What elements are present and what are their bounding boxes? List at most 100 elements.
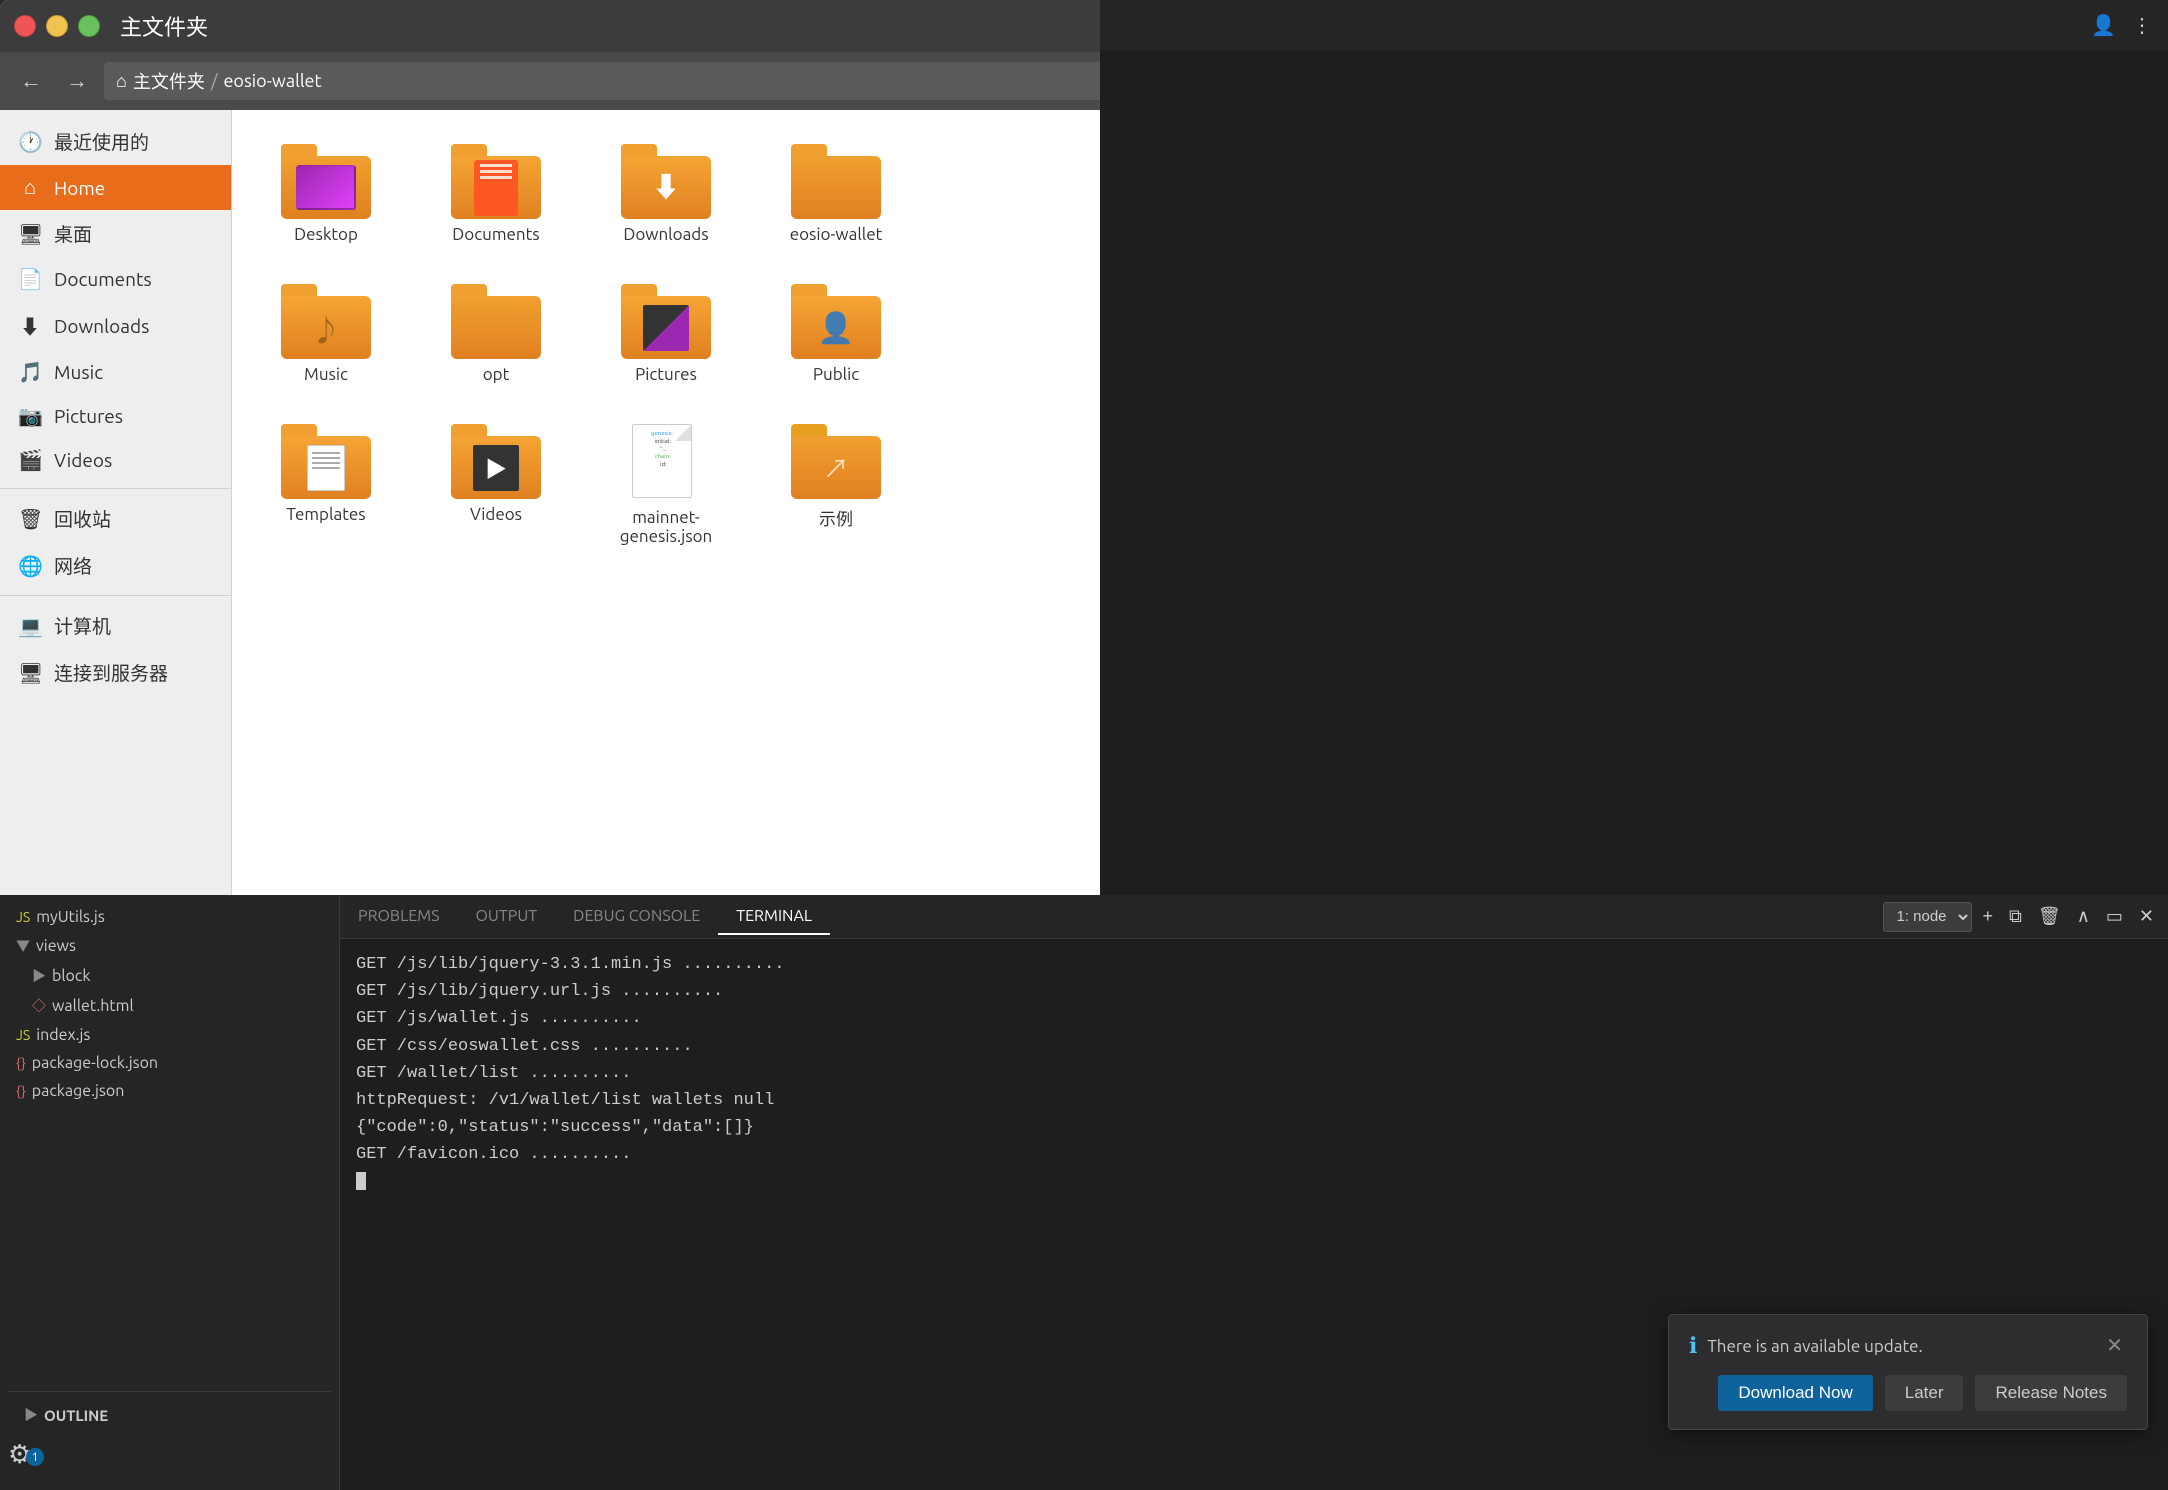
sidebar-label-home: Home: [54, 177, 105, 199]
outline-label: OUTLINE: [44, 1407, 108, 1424]
sidebar-item-trash[interactable]: 🗑 回收站: [0, 495, 231, 542]
pictures-icon: 📷: [18, 404, 42, 428]
explorer-item-views[interactable]: ▼ views: [0, 931, 339, 961]
account-icon[interactable]: 👤: [2091, 13, 2116, 37]
explorer-item-packagelock[interactable]: {} package-lock.json: [0, 1049, 339, 1077]
sidebar: 🕐 最近使用的 ⌂ Home 🖥 桌面 📄 Documents ⬇ Downlo…: [0, 110, 232, 895]
terminal-selector[interactable]: 1: node: [1883, 902, 1972, 932]
later-button[interactable]: Later: [1885, 1375, 1964, 1411]
terminal-split-button[interactable]: ⧉: [2003, 903, 2028, 930]
terminal-controls: 1: node + ⧉ 🗑 ∧ ▭ ✕: [1883, 902, 2168, 932]
sidebar-item-documents[interactable]: 📄 Documents: [0, 257, 231, 301]
explorer-item-packagejson[interactable]: {} package.json: [0, 1077, 339, 1105]
release-notes-button[interactable]: Release Notes: [1975, 1375, 2127, 1411]
term-line-3: GET /js/wallet.js ..........: [356, 1005, 2152, 1032]
sidebar-label-trash: 回收站: [54, 505, 111, 532]
sidebar-label-pictures: Pictures: [54, 405, 123, 427]
terminal-add-button[interactable]: +: [1976, 903, 1999, 930]
tab-terminal[interactable]: TERMINAL: [718, 899, 830, 935]
explorer-label-block: block: [52, 967, 90, 985]
sidebar-label-desktop: 桌面: [54, 220, 92, 247]
vscode-top-area: 👤 ⋮: [1100, 0, 2168, 895]
file-item-eosio-wallet[interactable]: eosio-wallet: [766, 134, 906, 254]
sidebar-item-network[interactable]: 🌐 网络: [0, 542, 231, 589]
file-item-videos[interactable]: ▶ Videos: [426, 414, 566, 556]
breadcrumb: ⌂ 主文件夹 / eosio-wallet: [104, 62, 1160, 100]
explorer-label-indexjs: index.js: [36, 1026, 90, 1044]
explorer-label-views: views: [36, 937, 76, 955]
file-item-pictures[interactable]: Pictures: [596, 274, 736, 394]
sidebar-item-home[interactable]: ⌂ Home: [0, 165, 231, 210]
sidebar-item-recent[interactable]: 🕐 最近使用的: [0, 118, 231, 165]
file-name-videos: Videos: [470, 505, 522, 524]
file-item-downloads[interactable]: ⬇ Downloads: [596, 134, 736, 254]
close-button[interactable]: [14, 15, 36, 37]
videos-icon: 🎬: [18, 448, 42, 472]
downloads-icon: ⬇: [18, 311, 42, 340]
vscode-explorer-sidebar: JS myUtils.js ▼ views ▶ block ◇ wallet.h…: [0, 895, 340, 1490]
explorer-item-wallet[interactable]: ◇ wallet.html: [0, 991, 339, 1021]
file-item-music[interactable]: ♪ Music: [256, 274, 396, 394]
cursor: [356, 1172, 366, 1190]
minimize-button[interactable]: [46, 15, 68, 37]
term-line-5: GET /wallet/list ..........: [356, 1060, 2152, 1087]
sidebar-item-computer[interactable]: 💻 计算机: [0, 602, 231, 649]
terminal-maximize-button[interactable]: ▭: [2100, 903, 2129, 930]
tab-debug-console[interactable]: DEBUG CONSOLE: [555, 899, 718, 935]
sidebar-item-downloads[interactable]: ⬇ Downloads: [0, 301, 231, 350]
file-item-desktop[interactable]: Desktop: [256, 134, 396, 254]
more-icon[interactable]: ⋮: [2132, 13, 2152, 37]
file-item-json[interactable]: genesis: initial: "... chain: id: mainne…: [596, 414, 736, 556]
file-name-pictures: Pictures: [635, 365, 697, 384]
explorer-item-outline[interactable]: ▶ OUTLINE: [8, 1400, 331, 1430]
terminal-close-button[interactable]: ✕: [2133, 903, 2160, 930]
term-line-cursor: [356, 1169, 2152, 1196]
file-item-templates[interactable]: Templates: [256, 414, 396, 556]
download-now-button[interactable]: Download Now: [1718, 1375, 1872, 1411]
sidebar-label-documents: Documents: [54, 268, 152, 290]
html-icon: ◇: [32, 996, 46, 1016]
file-item-example[interactable]: ↗ 示例: [766, 414, 906, 556]
pictures-thumb-icon: [643, 305, 689, 351]
terminal-tabs-row: PROBLEMS OUTPUT DEBUG CONSOLE TERMINAL 1…: [340, 895, 2168, 939]
file-name-downloads: Downloads: [623, 225, 708, 244]
file-item-documents[interactable]: Documents: [426, 134, 566, 254]
file-name-json: mainnet-genesis.json: [606, 508, 726, 546]
tab-output[interactable]: OUTPUT: [458, 899, 556, 935]
sidebar-item-music[interactable]: 🎵 Music: [0, 350, 231, 394]
js-icon: JS: [16, 909, 30, 925]
video-thumb-icon: ▶: [473, 445, 519, 491]
sidebar-label-music: Music: [54, 361, 103, 383]
sidebar-label-server: 连接到服务器: [54, 659, 168, 686]
json-icon-2: {}: [16, 1083, 26, 1099]
sidebar-item-pictures[interactable]: 📷 Pictures: [0, 394, 231, 438]
terminal-up-button[interactable]: ∧: [2071, 903, 2096, 930]
notification-close-button[interactable]: ✕: [2102, 1333, 2127, 1358]
explorer-item-indexjs[interactable]: JS index.js: [0, 1021, 339, 1049]
explorer-label-packagelock: package-lock.json: [32, 1054, 158, 1072]
breadcrumb-sub-label: eosio-wallet: [224, 71, 322, 91]
desktop-icon: 🖥: [18, 222, 42, 246]
tab-problems[interactable]: PROBLEMS: [340, 899, 458, 935]
terminal-trash-button[interactable]: 🗑: [2032, 903, 2067, 930]
maximize-button[interactable]: [78, 15, 100, 37]
notification-message: There is an available update.: [1707, 1337, 1922, 1356]
sidebar-label-videos: Videos: [54, 449, 112, 471]
term-line-6: httpRequest: /v1/wallet/list wallets nul…: [356, 1087, 2152, 1114]
explorer-item-myutils[interactable]: JS myUtils.js: [0, 903, 339, 931]
explorer-item-block[interactable]: ▶ block: [0, 961, 339, 991]
notification-header: ℹ There is an available update. ✕: [1689, 1333, 2127, 1359]
gear-badge: 1: [26, 1448, 44, 1466]
sidebar-item-desktop[interactable]: 🖥 桌面: [0, 210, 231, 257]
file-item-public[interactable]: 👤 Public: [766, 274, 906, 394]
term-line-1: GET /js/lib/jquery-3.3.1.min.js ........…: [356, 951, 2152, 978]
downloads-arrow-icon: ⬇: [652, 174, 680, 202]
folder-collapse-icon: ▶: [32, 966, 46, 986]
sidebar-item-server[interactable]: 🖥 连接到服务器: [0, 649, 231, 696]
forward-button[interactable]: →: [58, 64, 96, 98]
network-icon: 🌐: [18, 554, 42, 578]
documents-icon: 📄: [18, 267, 42, 291]
file-item-opt[interactable]: opt: [426, 274, 566, 394]
back-button[interactable]: ←: [12, 64, 50, 98]
sidebar-item-videos[interactable]: 🎬 Videos: [0, 438, 231, 482]
